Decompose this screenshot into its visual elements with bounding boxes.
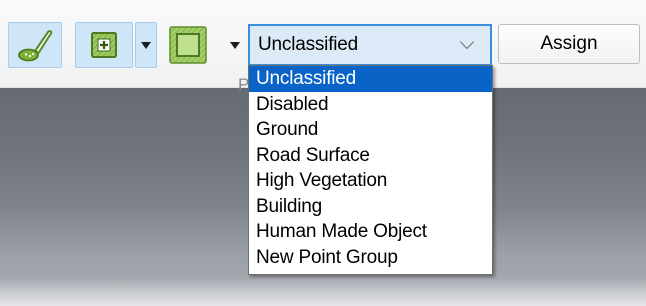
rectangle-selection-dropdown-button[interactable] — [224, 22, 246, 68]
caret-down-icon — [230, 41, 240, 49]
dropdown-option-road-surface[interactable]: Road Surface — [249, 143, 492, 169]
add-point-dropdown-button[interactable] — [135, 22, 157, 68]
rectangle-selection-icon — [169, 26, 207, 64]
classification-select[interactable]: Unclassified — [248, 24, 492, 66]
chevron-down-icon — [459, 34, 475, 50]
rectangle-selection-tool-button[interactable] — [164, 22, 212, 68]
viewport-fade — [0, 278, 646, 306]
dropdown-option-building[interactable]: Building — [249, 194, 492, 220]
dropdown-option-new-point-group[interactable]: New Point Group — [249, 245, 492, 271]
caret-down-icon — [141, 41, 151, 49]
brush-icon — [18, 30, 53, 62]
brush-tool-button[interactable] — [8, 22, 62, 68]
add-point-icon — [91, 32, 117, 58]
dropdown-option-human-made-object[interactable]: Human Made Object — [249, 219, 492, 245]
assign-button[interactable]: Assign — [498, 24, 640, 64]
add-point-tool-button[interactable] — [75, 22, 133, 68]
dropdown-option-unclassified[interactable]: Unclassified — [249, 66, 492, 92]
dropdown-option-high-vegetation[interactable]: High Vegetation — [249, 168, 492, 194]
classification-dropdown-list: Unclassified Disabled Ground Road Surfac… — [248, 65, 493, 275]
classification-select-value: Unclassified — [258, 34, 359, 55]
dropdown-option-disabled[interactable]: Disabled — [249, 92, 492, 118]
dropdown-option-ground[interactable]: Ground — [249, 117, 492, 143]
